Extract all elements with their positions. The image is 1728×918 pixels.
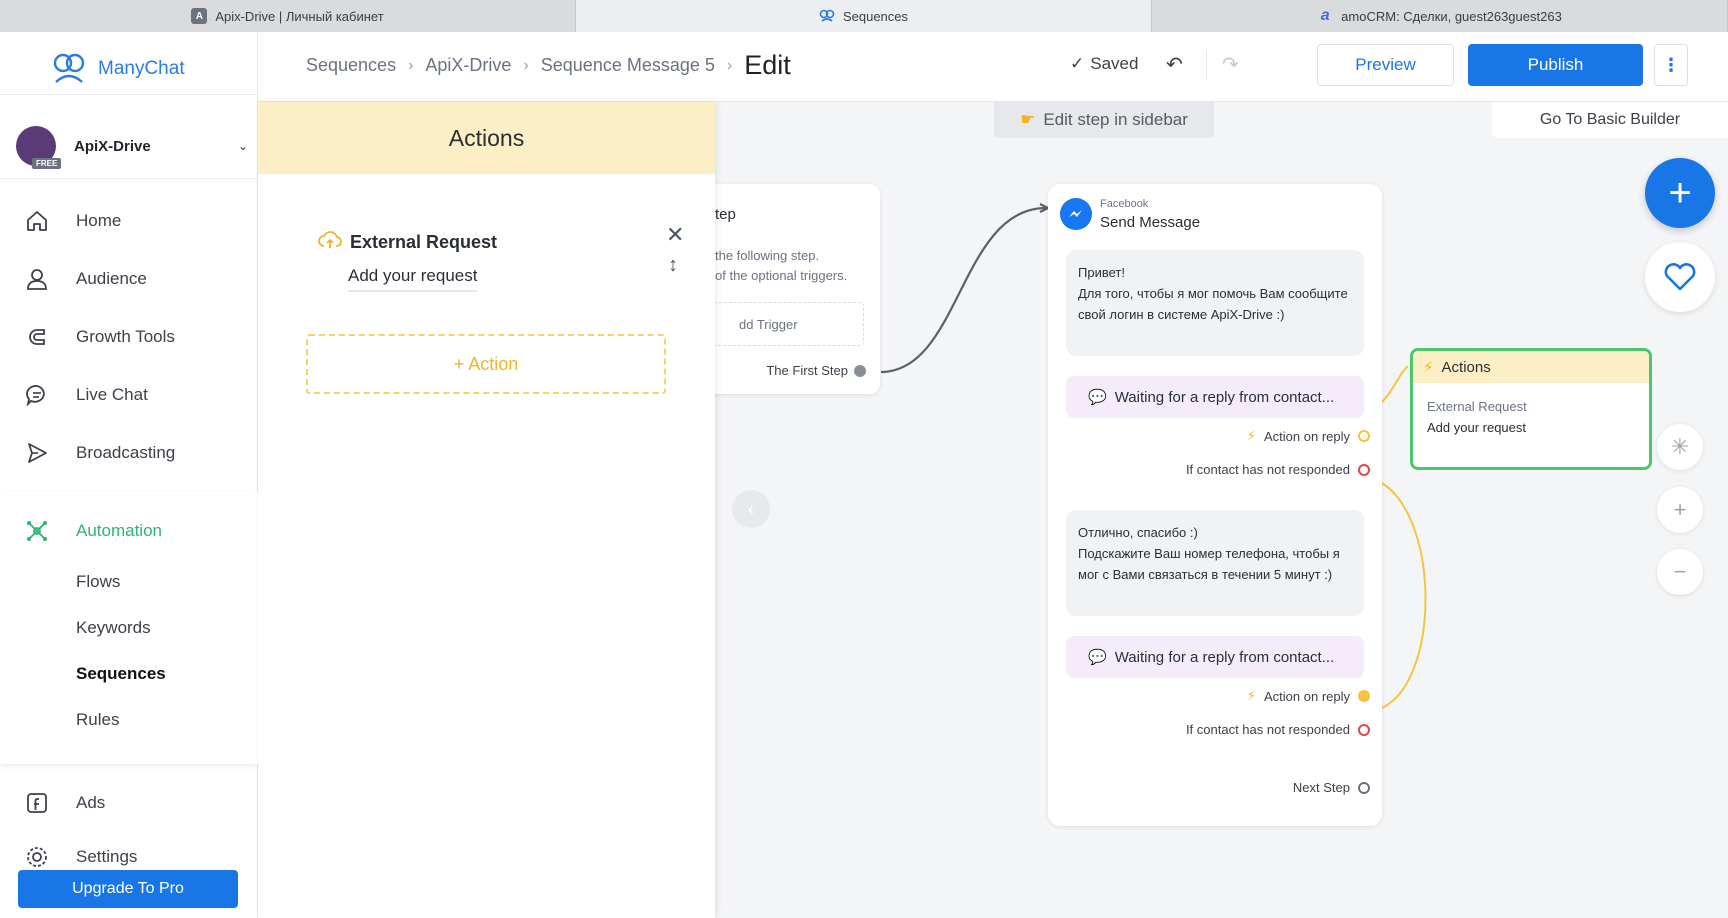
zoom-in-icon[interactable]: + xyxy=(1657,487,1703,533)
chat-bubble-icon: 💬 xyxy=(1088,389,1107,406)
connection-dot[interactable] xyxy=(854,364,866,377)
action-on-reply-port[interactable]: ⚡ Action on reply xyxy=(1247,428,1370,444)
connection-dot[interactable] xyxy=(1358,781,1370,794)
port-label: The First Step xyxy=(766,363,848,378)
wait-reply-block[interactable]: 💬 Waiting for a reply from contact... xyxy=(1066,636,1364,678)
add-step-button[interactable]: + xyxy=(1645,158,1715,228)
starting-step-node[interactable]: tep the following step. of the optional … xyxy=(700,184,880,394)
wait-label: Waiting for a reply from contact... xyxy=(1114,388,1335,406)
first-step-port[interactable]: The First Step xyxy=(766,363,866,378)
action-title: External Request xyxy=(350,232,498,252)
zoom-out-icon[interactable]: − xyxy=(1657,549,1703,595)
wait-label: Waiting for a reply from contact... xyxy=(1114,648,1335,666)
node-description-line: the following step. xyxy=(715,248,820,263)
not-responded-port[interactable]: If contact has not responded xyxy=(1186,462,1370,477)
port-label: Action on reply xyxy=(1264,428,1350,444)
message-bubble[interactable]: Привет! Для того, чтобы я мог помочь Вам… xyxy=(1066,250,1364,356)
message-bubble[interactable]: Отлично, спасибо :) Подскажите Ваш номер… xyxy=(1066,510,1364,616)
actions-sidebar-panel: Actions External Request Add your reques… xyxy=(258,102,715,918)
port-label: If contact has not responded xyxy=(1185,722,1350,737)
reorder-icon[interactable]: ↕ xyxy=(668,254,678,277)
lightning-icon: ⚡ xyxy=(1246,428,1256,443)
collapse-panel-icon[interactable]: ‹ xyxy=(732,490,770,528)
node-action-detail: Add your request xyxy=(1427,420,1527,435)
connection-dot[interactable] xyxy=(1358,430,1370,442)
add-trigger-button[interactable]: dd Trigger xyxy=(700,302,864,346)
messenger-icon xyxy=(1060,198,1092,230)
actions-node-header: ⚡ Actions xyxy=(1413,351,1649,383)
node-title: Send Message xyxy=(1100,214,1201,231)
not-responded-port[interactable]: If contact has not responded xyxy=(1186,722,1370,737)
magic-wand-icon[interactable]: ✳ xyxy=(1657,424,1703,470)
external-request-action[interactable]: External Request xyxy=(318,230,497,255)
heart-icon[interactable] xyxy=(1645,242,1715,312)
send-message-node[interactable]: Facebook Send Message Привет! Для того, … xyxy=(1048,184,1382,826)
node-title: Actions xyxy=(1441,358,1491,376)
connection-dot[interactable] xyxy=(1358,463,1370,476)
node-title: tep xyxy=(715,206,736,223)
node-action-type: External Request xyxy=(1427,399,1527,414)
port-label: If contact has not responded xyxy=(1185,462,1350,477)
connection-dot[interactable] xyxy=(1358,723,1370,736)
lightning-icon: ⚡ xyxy=(1246,688,1256,703)
cloud-upload-icon xyxy=(318,230,342,255)
chat-bubble-icon: 💬 xyxy=(1088,649,1107,666)
actions-node[interactable]: ⚡ Actions External Request Add your requ… xyxy=(1410,348,1652,470)
connection-dot[interactable] xyxy=(1358,690,1370,702)
add-action-button[interactable]: + Action xyxy=(306,334,666,394)
node-description: the following step. of the optional trig… xyxy=(715,246,847,286)
port-label: Next Step xyxy=(1292,780,1350,795)
lightning-icon: ⚡ xyxy=(1423,359,1434,376)
next-step-port[interactable]: Next Step xyxy=(1293,780,1370,795)
wait-reply-block[interactable]: 💬 Waiting for a reply from contact... xyxy=(1066,376,1364,418)
add-request-link[interactable]: Add your request xyxy=(348,266,478,292)
port-label: Action on reply xyxy=(1264,688,1350,704)
node-source: Facebook xyxy=(1100,198,1149,210)
close-icon[interactable]: ✕ xyxy=(666,222,684,248)
panel-title: Actions xyxy=(258,102,715,174)
node-description-line: of the optional triggers. xyxy=(715,268,848,283)
action-on-reply-port[interactable]: ⚡ Action on reply xyxy=(1247,688,1370,704)
